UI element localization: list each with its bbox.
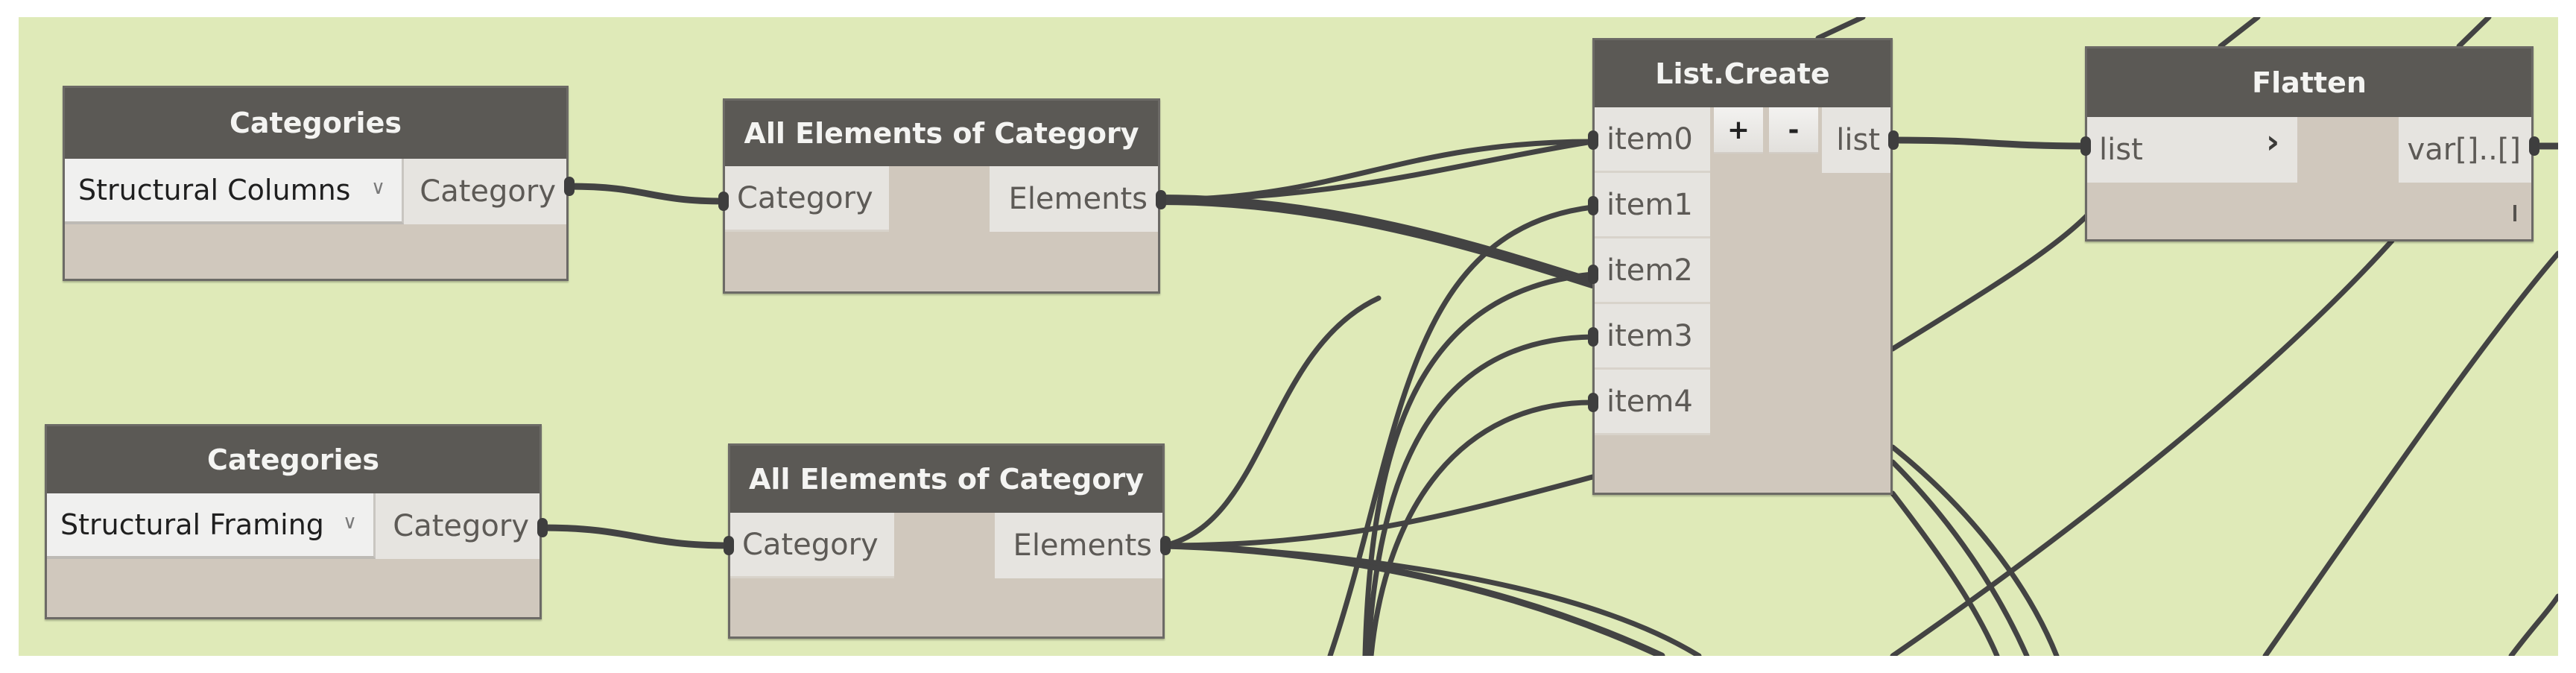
dropdown-selected-value: Structural Framing [60, 508, 324, 541]
input-port-item1[interactable]: item1 [1595, 173, 1710, 238]
input-connector[interactable] [724, 536, 734, 555]
output-port-elements[interactable]: Elements [995, 513, 1162, 578]
remove-input-button[interactable]: - [1769, 107, 1818, 154]
all-elements-node-1[interactable]: All Elements of Category Category Elemen… [723, 98, 1160, 294]
port-label: Category [393, 509, 529, 543]
list-create-node[interactable]: List.Create item0 item1 item2 item3 item… [1592, 38, 1893, 495]
port-label: Category [742, 527, 879, 562]
wire-categories2-to-allelements2[interactable] [538, 524, 733, 549]
wire-elements1-to-item0-a[interactable] [1157, 139, 1595, 203]
port-label: Elements [1013, 528, 1152, 563]
port-label: item0 [1607, 121, 1693, 157]
category-dropdown[interactable]: Structural Framing ∨ [47, 493, 376, 559]
node-title[interactable]: All Elements of Category [725, 101, 1158, 166]
add-input-button[interactable]: + [1714, 107, 1763, 154]
node-title[interactable]: All Elements of Category [730, 446, 1162, 513]
port-label: var[]..[] [2407, 133, 2521, 167]
wire-top-flatten-2[interactable] [2456, 17, 2492, 49]
wire-right-long-1[interactable] [1890, 213, 2089, 352]
wire-listcreate-down-3[interactable] [1890, 444, 2060, 656]
port-label: item2 [1607, 253, 1693, 288]
node-title[interactable]: Flatten [2087, 48, 2531, 117]
input-port-item4[interactable]: item4 [1595, 370, 1710, 435]
input-port-item0[interactable]: item0 [1595, 107, 1710, 173]
input-port-category[interactable]: Category [725, 166, 889, 232]
port-label: item3 [1607, 318, 1693, 353]
output-connector-var[interactable] [2529, 136, 2539, 156]
node-title[interactable]: Categories [65, 88, 566, 159]
input-connector-list[interactable] [2080, 136, 2091, 156]
input-connector-item2[interactable] [1588, 265, 1598, 284]
categories-node-2[interactable]: Categories Structural Framing ∨ Category [45, 424, 542, 619]
output-port-var[interactable]: var[]..[] [2399, 117, 2531, 183]
chevron-down-icon[interactable]: ∨ [343, 511, 357, 534]
output-port-list[interactable]: list [1822, 107, 1890, 173]
all-elements-node-2[interactable]: All Elements of Category Category Elemen… [728, 443, 1165, 639]
wire-elements2-to-item1-up[interactable] [1162, 295, 1382, 549]
wire-top-flatten-1[interactable] [2218, 17, 2261, 49]
output-port-category[interactable]: Category [376, 493, 539, 559]
node-title[interactable]: Categories [47, 426, 539, 493]
port-label: Category [420, 174, 556, 209]
categories-node-1[interactable]: Categories Structural Columns ∨ Category [63, 86, 569, 281]
wire-elements2-down-a[interactable] [1161, 542, 1665, 656]
input-connector-item3[interactable] [1588, 327, 1598, 347]
output-connector[interactable] [564, 177, 575, 196]
port-label: Category [737, 180, 873, 215]
wire-listcreate-down-1[interactable] [1890, 459, 2030, 656]
input-connector-item4[interactable] [1588, 393, 1598, 412]
wire-to-item3[interactable] [1365, 334, 1595, 656]
wire-elements1-to-item2[interactable] [1155, 195, 1598, 288]
node-title[interactable]: List.Create [1595, 40, 1890, 107]
wire-right-long-4[interactable] [2508, 593, 2558, 656]
lacing-indicator-icon[interactable] [2513, 205, 2516, 221]
output-connector[interactable] [1156, 190, 1166, 209]
input-port-item3[interactable]: item3 [1595, 304, 1710, 370]
output-connector[interactable] [537, 518, 548, 537]
wire-right-long-3[interactable] [2262, 250, 2558, 656]
port-label: list [1836, 123, 1880, 157]
wire-categories1-to-allelements1[interactable] [565, 183, 728, 205]
category-dropdown[interactable]: Structural Columns ∨ [65, 159, 404, 224]
port-label: list [2099, 133, 2143, 167]
port-label: Elements [1008, 182, 1148, 216]
port-label: item1 [1607, 187, 1693, 222]
chevron-down-icon[interactable]: ∨ [371, 177, 385, 199]
input-connector[interactable] [718, 192, 729, 211]
output-port-category[interactable]: Category [404, 159, 566, 224]
chevron-right-icon[interactable]: › [2266, 123, 2279, 161]
wire-listcreate-to-flatten[interactable] [1889, 136, 2090, 150]
input-connector-item1[interactable] [1588, 196, 1598, 215]
flatten-node[interactable]: Flatten list › var[]..[] [2085, 46, 2534, 241]
output-connector-list[interactable] [1888, 130, 1899, 150]
port-label: item4 [1607, 384, 1693, 419]
output-port-elements[interactable]: Elements [990, 166, 1158, 232]
input-port-item2[interactable]: item2 [1595, 238, 1710, 304]
input-port-category[interactable]: Category [730, 513, 894, 578]
dropdown-selected-value: Structural Columns [78, 174, 351, 206]
output-connector[interactable] [1160, 536, 1171, 555]
input-connector-item0[interactable] [1588, 130, 1598, 150]
wire-top-over-listcreate[interactable] [1815, 17, 1866, 41]
